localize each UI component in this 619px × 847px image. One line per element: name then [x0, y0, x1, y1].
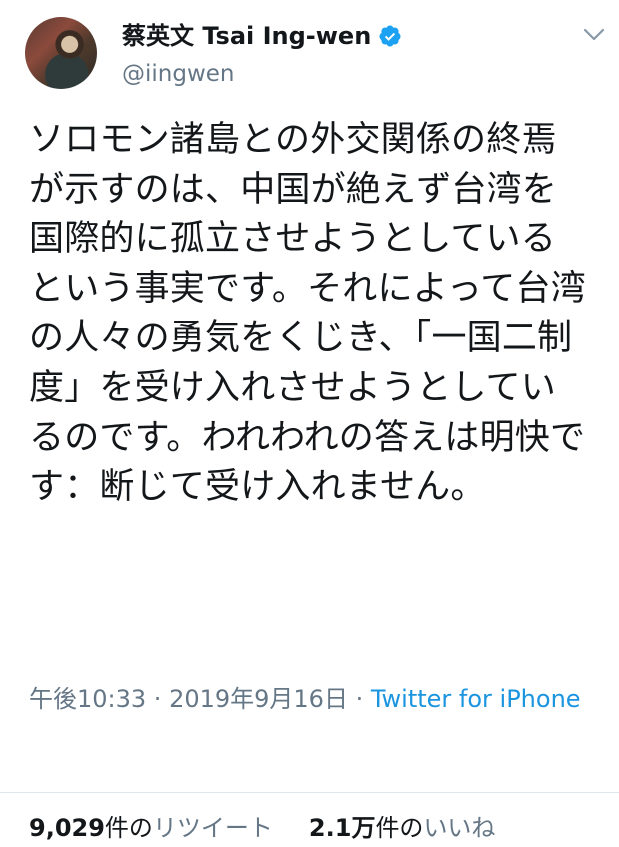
meta-separator: ·	[146, 685, 170, 713]
retweet-count-number: 9,029	[29, 814, 105, 842]
chevron-down-icon[interactable]	[580, 20, 608, 48]
retweet-count-label: リツイート	[152, 814, 273, 842]
retweet-count[interactable]: 9,029件のリツイート	[29, 814, 273, 842]
author-display-name[interactable]: 蔡英文 Tsai Ing-wen	[122, 21, 371, 51]
like-count-unit: 件の	[375, 814, 424, 842]
tweet-meta: 午後10:33 · 2019年9月16日 · Twitter for iPhon…	[29, 681, 589, 717]
tweet-time[interactable]: 午後10:33	[29, 685, 146, 713]
author-name-row[interactable]: 蔡英文 Tsai Ing-wen	[122, 21, 402, 51]
divider	[0, 792, 619, 793]
tweet-stats: 9,029件のリツイート 2.1万件のいいね	[29, 813, 495, 843]
tweet-text: ソロモン諸島との外交関係の終焉が示すのは、中国が絶えず台湾を国際的に孤立させよう…	[29, 120, 586, 508]
avatar[interactable]	[25, 17, 97, 89]
tweet-date[interactable]: 2019年9月16日	[169, 685, 348, 713]
like-count-number: 2.1万	[308, 814, 376, 842]
meta-separator: ·	[347, 685, 371, 713]
tweet-source-link[interactable]: Twitter for iPhone	[371, 685, 581, 713]
like-count-label: いいね	[423, 814, 496, 842]
like-count[interactable]: 2.1万件のいいね	[309, 814, 496, 842]
retweet-count-unit: 件の	[104, 814, 153, 842]
author-handle[interactable]: @iingwen	[122, 59, 235, 89]
verified-badge-icon	[379, 25, 401, 47]
